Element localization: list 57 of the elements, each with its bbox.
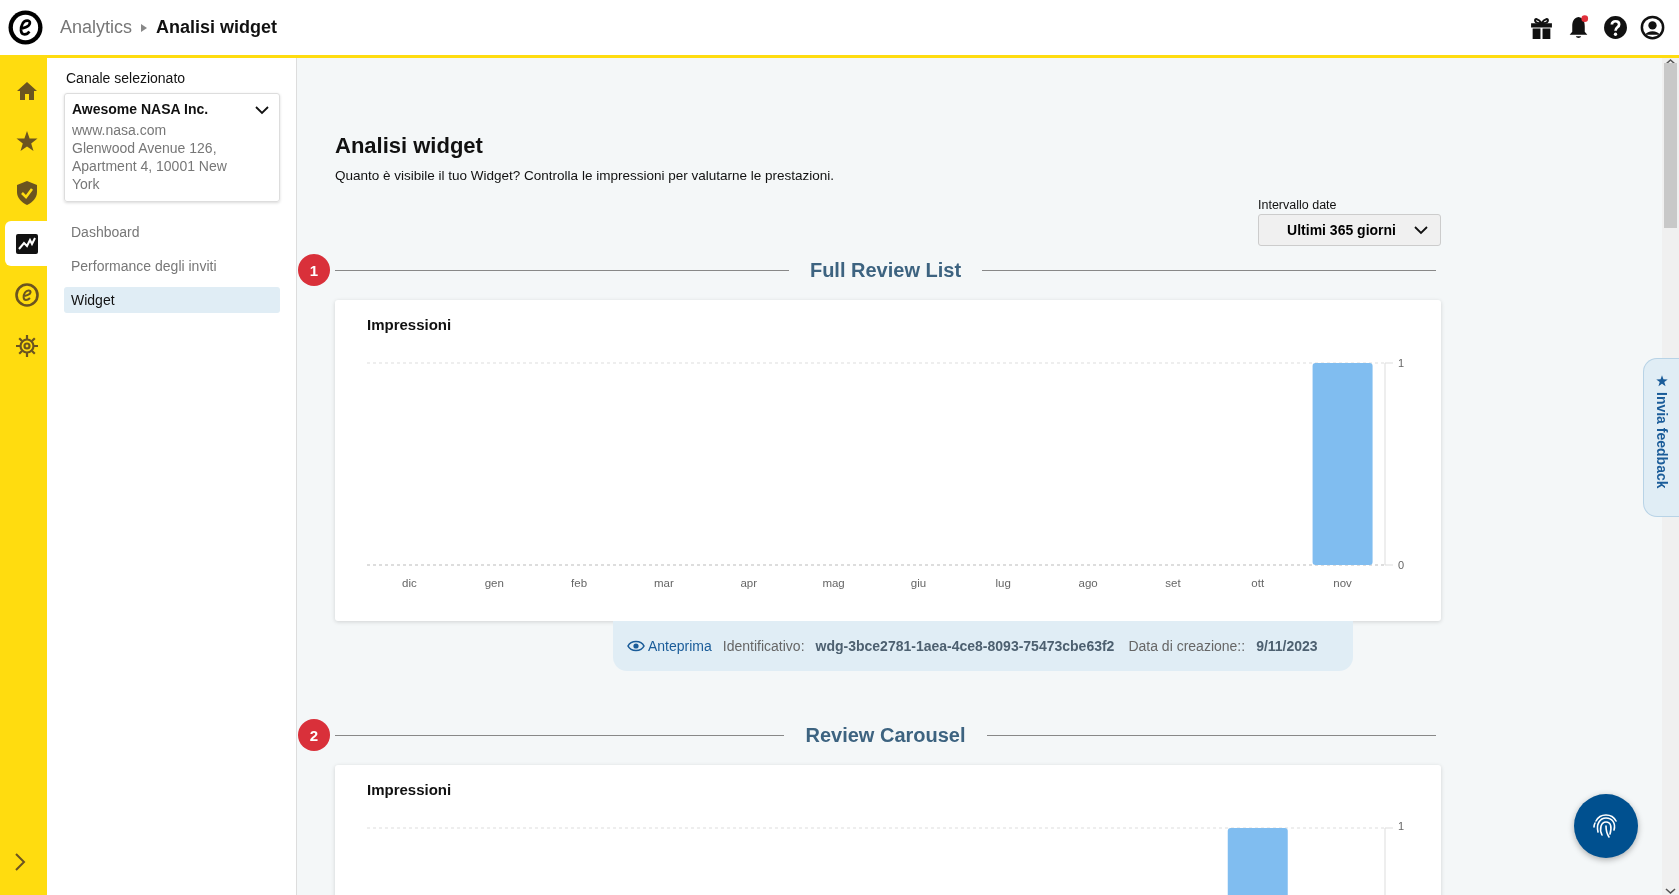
- star-icon[interactable]: [15, 131, 38, 152]
- user-icon[interactable]: [1640, 15, 1665, 40]
- eye-icon: [627, 640, 645, 652]
- nav-item[interactable]: Performance degli inviti: [64, 253, 280, 279]
- axis-label: set: [1165, 577, 1181, 589]
- axis-label: gen: [484, 577, 504, 589]
- axis-label: giu: [910, 577, 927, 589]
- description: Quanto è visibile il tuo Widget? Controlla le impressioni per valutarne le prestazioni.: [335, 168, 835, 183]
- chart-title: Impressioni: [367, 316, 453, 333]
- heading: Analisi widget: [335, 133, 484, 159]
- axis-label: 0: [1398, 559, 1405, 571]
- scroll-down-icon[interactable]: [1665, 887, 1676, 895]
- axis-label: 1: [1398, 820, 1405, 832]
- axis-label: ago: [1078, 577, 1098, 589]
- gift-icon[interactable]: [1529, 15, 1554, 40]
- chart-title: Impressioni: [367, 781, 453, 798]
- caret-icon: [255, 106, 269, 115]
- axis-label: lug: [995, 577, 1011, 589]
- page-title: Analisi widget: [156, 17, 278, 38]
- expand-icon[interactable]: [14, 853, 26, 871]
- breadcrumb-separator-icon: [141, 23, 148, 32]
- home-icon[interactable]: [15, 80, 38, 101]
- section-title: Review Carousel: [804, 723, 967, 747]
- shield-check-icon[interactable]: [15, 180, 38, 205]
- help-icon[interactable]: [1603, 15, 1628, 40]
- feedback-tab[interactable]: Invia feedback: [1643, 358, 1679, 517]
- number-badge: 2: [298, 719, 330, 751]
- id-label: Identificativo:: [722, 638, 805, 654]
- creation-date: 9/11/2023: [1256, 638, 1318, 654]
- scrollbar-thumb[interactable]: [1664, 63, 1677, 228]
- axis-label: mag: [822, 577, 845, 589]
- channel-selector[interactable]: Awesome NASA Inc. www.nasa.com Glenwood Avenue 126, Apartment 4, 10001 New York: [64, 93, 280, 202]
- section-title: Full Review List: [808, 258, 963, 282]
- nav-item[interactable]: Dashboard: [64, 219, 280, 245]
- preview-link[interactable]: Anteprima: [627, 638, 712, 654]
- star-icon: [1655, 375, 1668, 387]
- axis-label: mar: [654, 577, 674, 589]
- axis-label: nov: [1333, 577, 1352, 589]
- number-badge: 1: [298, 254, 330, 286]
- breadcrumb-link[interactable]: Analytics: [60, 17, 133, 38]
- axis-label: apr: [740, 577, 758, 589]
- field-label: Intervallo date: [1258, 198, 1338, 212]
- axis-label: feb: [571, 577, 588, 589]
- rail-item[interactable]: [5, 221, 47, 266]
- fingerprint-button[interactable]: [1574, 794, 1638, 858]
- widget-id: wdg-3bce2781-1aea-4ce8-8093-75473cbe63f2: [815, 638, 1115, 654]
- settings-icon[interactable]: [14, 333, 39, 358]
- nav-item[interactable]: Widget: [64, 287, 280, 313]
- caret-icon: [1414, 225, 1428, 235]
- section-label: Canale selezionato: [66, 70, 187, 86]
- date-label: Data di creazione::: [1128, 638, 1246, 654]
- line-chart-icon[interactable]: [15, 233, 38, 254]
- axis-label: dic: [402, 577, 417, 589]
- axis-label: 1: [1398, 357, 1405, 369]
- axis-label: ott: [1251, 577, 1265, 589]
- date-range-dropdown[interactable]: Ultimi 365 giorni: [1258, 214, 1441, 246]
- logo-icon[interactable]: [8, 10, 43, 45]
